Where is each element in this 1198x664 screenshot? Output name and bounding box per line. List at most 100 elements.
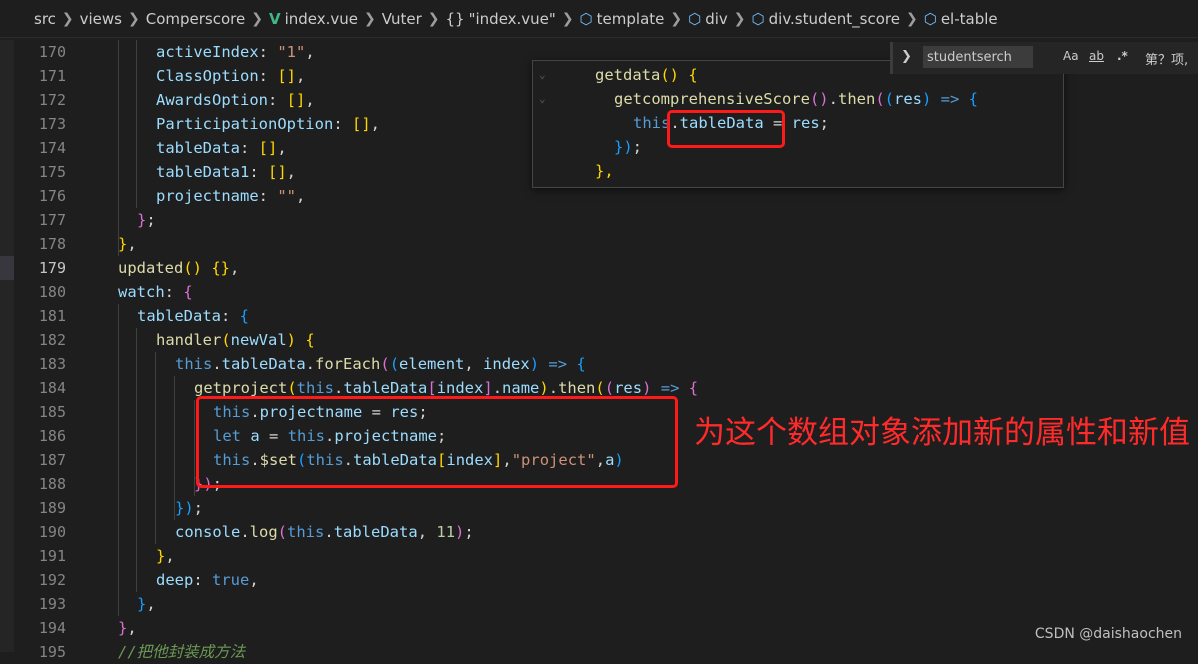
code-line: 177 }; <box>0 208 1198 232</box>
code-token: this <box>633 114 671 132</box>
code-token: => <box>651 379 689 397</box>
code-token: }) <box>175 499 194 517</box>
code-token: , <box>464 355 484 373</box>
code-token: console <box>175 523 241 541</box>
line-number: 179 <box>38 259 66 277</box>
find-input[interactable] <box>923 46 1033 68</box>
line-number: 187 <box>38 451 66 469</box>
chevron-right-icon: ❯ <box>128 10 140 27</box>
code-token: ( <box>287 379 297 397</box>
cube-icon: ⬡ <box>579 9 593 28</box>
code-token: ( <box>221 331 231 349</box>
code-line: 189 }); <box>0 496 1198 520</box>
code-token: . <box>828 90 838 108</box>
line-number: 184 <box>38 379 66 397</box>
code-token: : <box>258 187 278 205</box>
code-token: () <box>809 90 829 108</box>
code-token: { <box>239 307 250 325</box>
code-token: then <box>558 379 596 397</box>
code-token: "" <box>277 187 296 205</box>
braces-icon: {} <box>445 9 465 28</box>
code-token: , <box>296 187 306 205</box>
code-token: ( <box>875 90 885 108</box>
code-token: , <box>165 547 175 565</box>
code-token: : <box>221 307 240 325</box>
code-token: ) <box>539 379 549 397</box>
code-line: 180 watch: { <box>0 280 1198 304</box>
code-token: [] <box>258 139 278 157</box>
code-line: 193 }, <box>0 592 1198 616</box>
chevron-right-icon: ❯ <box>61 10 74 27</box>
code-token: ) <box>922 90 932 108</box>
code-token: this <box>175 355 213 373</box>
breadcrumb-comperscore[interactable]: Comperscore <box>146 10 246 28</box>
code-token: [] <box>286 91 306 109</box>
code-token: tableData1 <box>156 163 250 181</box>
code-token: log <box>249 523 278 541</box>
code-token: } <box>137 595 147 613</box>
chevron-right-icon: ❯ <box>427 10 440 27</box>
line-number: 172 <box>38 91 66 109</box>
code-token: . <box>324 523 334 541</box>
breadcrumb-index-vue[interactable]: index.vue <box>285 10 358 28</box>
line-number: 177 <box>38 211 66 229</box>
line-number: 193 <box>38 595 66 613</box>
code-token: forEach <box>315 355 381 373</box>
code-line: 178 }, <box>0 232 1198 256</box>
code-token: , <box>127 619 137 637</box>
line-number: 173 <box>38 115 66 133</box>
code-token: res <box>791 114 820 132</box>
code-token: [] <box>268 163 287 181</box>
line-number: 185 <box>38 403 66 421</box>
regex-toggle[interactable]: .* <box>1117 49 1128 63</box>
code-token: () <box>660 66 679 84</box>
code-token: . <box>305 355 316 373</box>
code-token: , <box>305 43 315 61</box>
breadcrumb: src ❯ views ❯ Comperscore ❯ V index.vue … <box>0 0 1198 38</box>
code-token: ) <box>455 523 465 541</box>
code-token: projectname <box>156 187 259 205</box>
code-token: , <box>230 259 240 277</box>
code-token: => <box>539 355 577 373</box>
fold-icon[interactable]: ⌄ <box>539 87 553 111</box>
code-token: //把他封装成方法 <box>118 643 246 661</box>
fold-icon[interactable]: ⌄ <box>539 63 553 87</box>
breadcrumb-index-vue-object[interactable]: "index.vue" <box>469 10 556 28</box>
line-number: 191 <box>38 547 66 565</box>
code-token: : <box>267 91 287 109</box>
code-token: ) <box>286 331 297 349</box>
whole-word-toggle[interactable]: ab <box>1089 49 1104 63</box>
chevron-right-icon[interactable]: ❯ <box>901 49 912 64</box>
breadcrumb-src[interactable]: src <box>34 10 56 28</box>
breadcrumb-views[interactable]: views <box>80 10 122 28</box>
code-token: handler <box>156 331 222 349</box>
breadcrumb-div[interactable]: div <box>705 10 728 28</box>
breadcrumb-div-student-score[interactable]: div.student_score <box>769 10 900 28</box>
code-token: watch <box>118 283 165 301</box>
match-case-toggle[interactable]: Aa <box>1063 49 1079 63</box>
highlight-box <box>667 110 785 148</box>
code-token: res <box>894 90 922 108</box>
breadcrumb-el-table[interactable]: el-table <box>941 10 998 28</box>
line-number: 188 <box>38 475 66 493</box>
line-number: 182 <box>38 331 66 349</box>
code-token: , <box>127 235 137 253</box>
code-token: , <box>305 91 315 109</box>
code-token: { <box>688 379 699 397</box>
code-token: [] <box>277 67 296 85</box>
code-token: : <box>258 43 278 61</box>
code-token: index <box>483 355 530 373</box>
code-token: ] <box>483 379 493 397</box>
code-token: , <box>286 163 297 181</box>
breadcrumb-template[interactable]: template <box>597 10 665 28</box>
code-token: , <box>249 571 259 589</box>
code-token: ( <box>277 523 288 541</box>
code-token: ; <box>819 114 830 132</box>
code-token: ) <box>529 355 540 373</box>
code-token: } <box>118 235 128 253</box>
code-token: ; <box>632 138 643 156</box>
breadcrumb-vuter[interactable]: Vuter <box>382 10 422 28</box>
chevron-right-icon: ❯ <box>561 10 574 27</box>
